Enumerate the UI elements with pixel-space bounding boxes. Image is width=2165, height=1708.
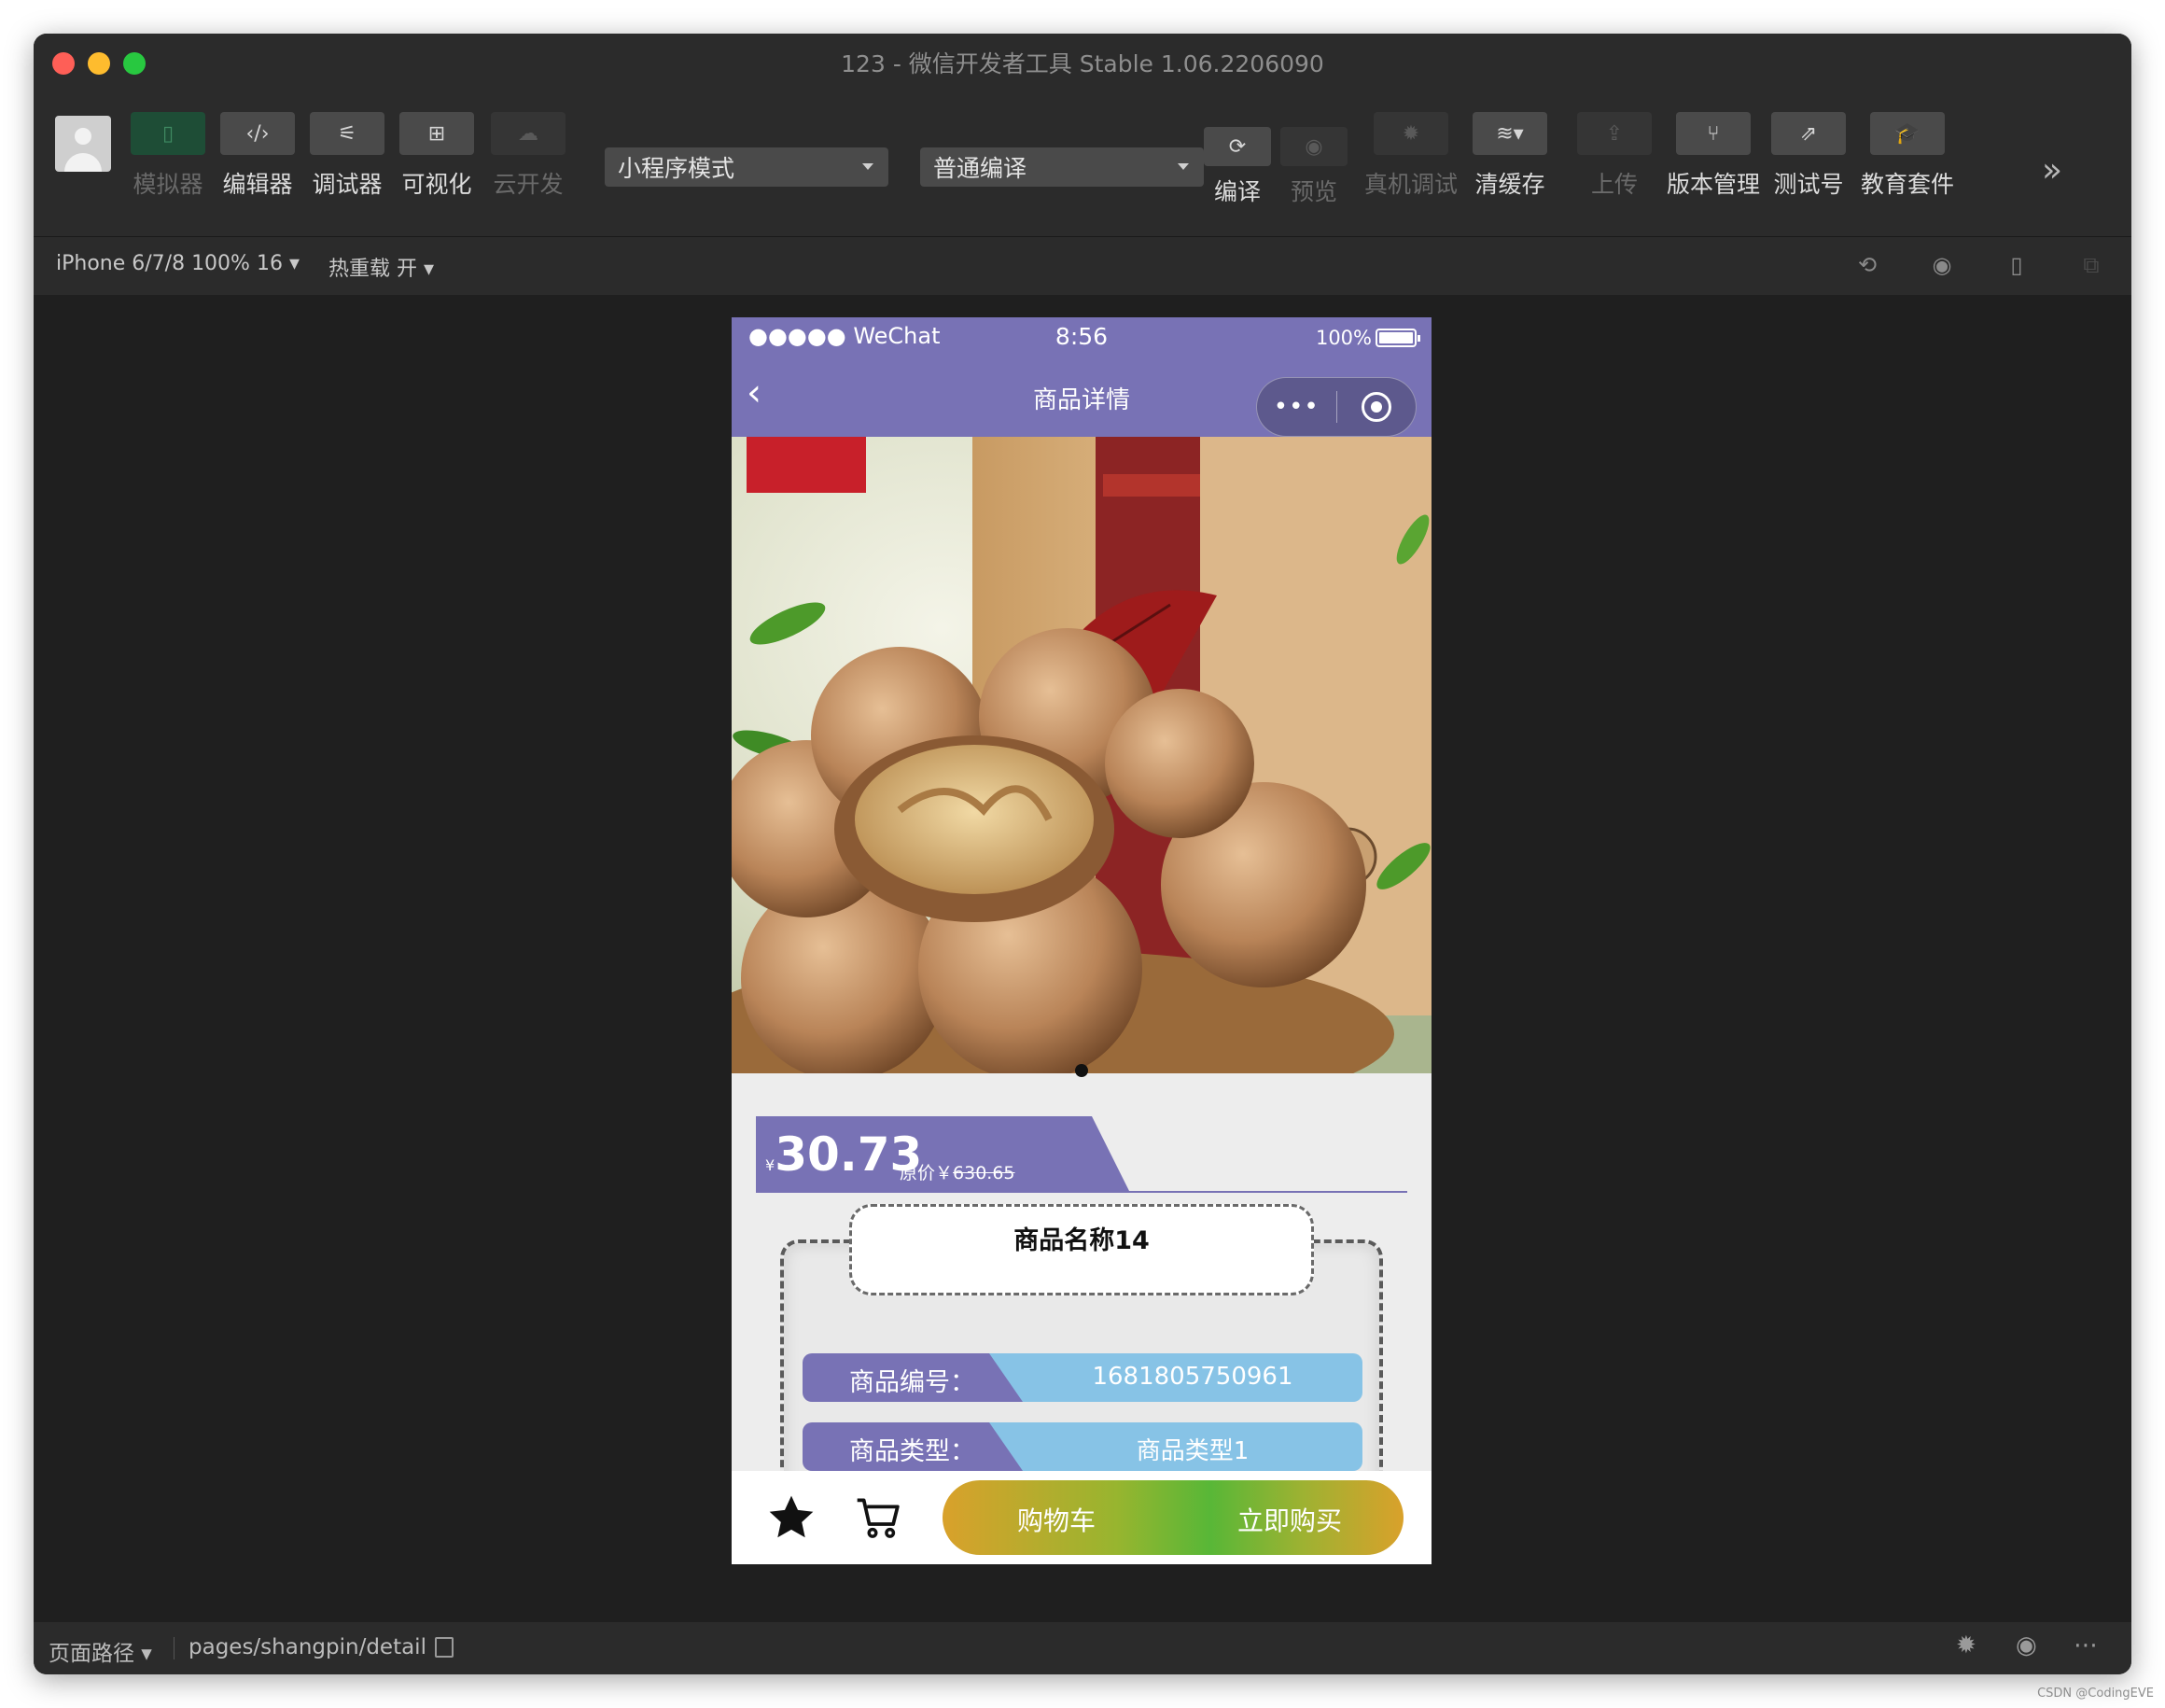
mode-select-value: 小程序模式 [618,155,735,182]
preview-tool[interactable]: ◉ 预览 [1280,112,1348,207]
product-image [732,437,1432,1073]
visual-tool[interactable]: ⊞ 可视化 [399,112,474,200]
copy-icon[interactable] [435,1637,454,1658]
close-window-button[interactable] [52,52,75,75]
rotate-icon[interactable]: ⟲ [1853,252,1881,280]
menu-capsule: ••• [1256,377,1417,437]
clear-cache-tool[interactable]: ≋▾ 清缓存 [1473,112,1547,200]
minimize-window-button[interactable] [88,52,110,75]
battery-icon [1376,329,1420,347]
simulator-label: 模拟器 [133,171,203,198]
external-link-icon: ⇗ [1771,112,1846,155]
compile-select-value: 普通编译 [933,155,1027,182]
page-path: pages/shangpin/detail [189,1635,426,1659]
main-toolbar: ▯ 模拟器 ‹/› 编辑器 ⚟ 调试器 ⊞ 可视化 ☁ 云开发 小程序模式 普通… [34,91,2131,237]
visual-label: 可视化 [401,171,472,198]
info-value: 1681805750961 [1092,1363,1293,1391]
buy-now-button[interactable]: 立即购买 [1237,1501,1342,1538]
compile-label: 编译 [1213,178,1261,205]
title-bar: 123 - 微信开发者工具 Stable 1.06.2206090 [34,34,2131,91]
original-price: 原价￥630.65 [900,1159,1015,1184]
devtools-window: 123 - 微信开发者工具 Stable 1.06.2206090 ▯ 模拟器 … [34,34,2131,1674]
layout-icon: ⊞ [399,112,474,155]
status-bar: ●●●●● WeChat 8:56 100% [732,317,1432,358]
info-label: 商品类型： [849,1437,975,1466]
nav-bar: ‹ 商品详情 ••• [732,358,1432,437]
edu-tool[interactable]: 🎓 教育套件 [1861,112,1954,200]
page-path-select[interactable]: 页面路径 ▾ [49,1635,152,1667]
code-icon: ‹/› [220,112,295,155]
currency-symbol: ¥ [765,1156,775,1174]
bottom-action-bar: 购物车 立即购买 [732,1471,1432,1564]
layers-icon: ≋▾ [1473,112,1547,155]
version-label: 版本管理 [1667,171,1761,198]
cloud-label: 云开发 [493,171,564,198]
debugger-tool[interactable]: ⚟ 调试器 [310,112,384,200]
upload-label: 上传 [1590,171,1638,198]
phone-simulator: ●●●●● WeChat 8:56 100% ‹ 商品详情 ••• ¥30.73… [732,317,1432,1564]
price-underline [756,1191,1407,1193]
original-price-value: 630.65 [953,1163,1015,1183]
user-avatar[interactable] [55,116,111,172]
info-value: 商品类型1 [1136,1437,1250,1465]
refresh-icon: ⟳ [1204,127,1271,166]
cloud-tool[interactable]: ☁ 云开发 [491,112,566,200]
chevron-down-icon [1178,163,1189,170]
clear-cache-label: 清缓存 [1474,171,1545,198]
purchase-button-group: 购物车 立即购买 [943,1480,1404,1555]
graduation-cap-icon: 🎓 [1870,112,1945,155]
test-id-label: 测试号 [1773,171,1844,198]
editor-label: 编辑器 [222,171,293,198]
cloud-icon: ☁ [491,112,566,155]
device-icon[interactable]: ▯ [2003,252,2031,280]
info-row-product-no: 商品编号： 1681805750961 [803,1353,1362,1402]
double-chevron-right-icon[interactable]: » [2042,151,2062,189]
eye-icon: ◉ [1280,127,1348,166]
original-price-label: 原价￥ [900,1163,954,1183]
battery-text: 100% [1315,327,1372,349]
favorite-star-icon[interactable] [765,1491,817,1544]
eye-icon[interactable]: ◉ [2016,1631,2037,1659]
window-title: 123 - 微信开发者工具 Stable 1.06.2206090 [841,50,1324,77]
upload-tool[interactable]: ⇪ 上传 [1577,112,1652,200]
branch-icon: ⑂ [1676,112,1751,155]
product-name: 商品名称14 [1013,1226,1150,1255]
chevron-down-icon [862,163,873,170]
close-target-icon[interactable] [1337,392,1417,422]
info-label: 商品编号： [849,1368,975,1397]
upload-icon: ⇪ [1577,112,1652,155]
bug-icon[interactable]: ✹ [1956,1631,1976,1659]
hot-reload-select[interactable]: 热重载 开 ▾ [328,252,434,282]
phone-icon: ▯ [131,112,205,155]
watermark: CSDN @CodingEVE [2037,1687,2154,1701]
add-to-cart-button[interactable]: 购物车 [1017,1501,1096,1538]
test-id-tool[interactable]: ⇗ 测试号 [1771,112,1846,200]
info-row-product-type: 商品类型： 商品类型1 [803,1422,1362,1471]
device-select[interactable]: iPhone 6/7/8 100% 16 ▾ [56,252,300,275]
cart-icon[interactable] [853,1491,905,1544]
bug-icon: ✹ [1374,112,1448,155]
debugger-label: 调试器 [312,171,383,198]
status-footer: 页面路径 ▾ pages/shangpin/detail ✹ ◉ ⋯ [34,1622,2131,1674]
mode-select[interactable]: 小程序模式 [605,147,888,187]
remote-debug-label: 真机调试 [1364,171,1459,198]
record-icon[interactable]: ◉ [1928,252,1956,280]
swiper-indicator[interactable] [1075,1064,1088,1077]
simulator-subbar: iPhone 6/7/8 100% 16 ▾ 热重载 开 ▾ ⟲ ◉ ▯ ⧉ [34,237,2131,295]
zoom-window-button[interactable] [123,52,146,75]
window-controls [52,52,146,75]
more-horizontal-icon[interactable]: ⋯ [2074,1631,2098,1659]
edu-label: 教育套件 [1861,171,1955,198]
more-icon[interactable]: ••• [1257,393,1336,421]
remote-debug-tool[interactable]: ✹ 真机调试 [1364,112,1458,200]
simulator-tool[interactable]: ▯ 模拟器 [131,112,205,200]
version-tool[interactable]: ⑂ 版本管理 [1667,112,1760,200]
product-name-box: 商品名称14 [849,1204,1314,1295]
compile-tool[interactable]: ⟳ 编译 [1204,112,1271,207]
editor-tool[interactable]: ‹/› 编辑器 [220,112,295,200]
sliders-icon: ⚟ [310,112,384,155]
preview-label: 预览 [1290,178,1337,205]
compile-select[interactable]: 普通编译 [920,147,1204,187]
window-icon[interactable]: ⧉ [2077,252,2105,280]
